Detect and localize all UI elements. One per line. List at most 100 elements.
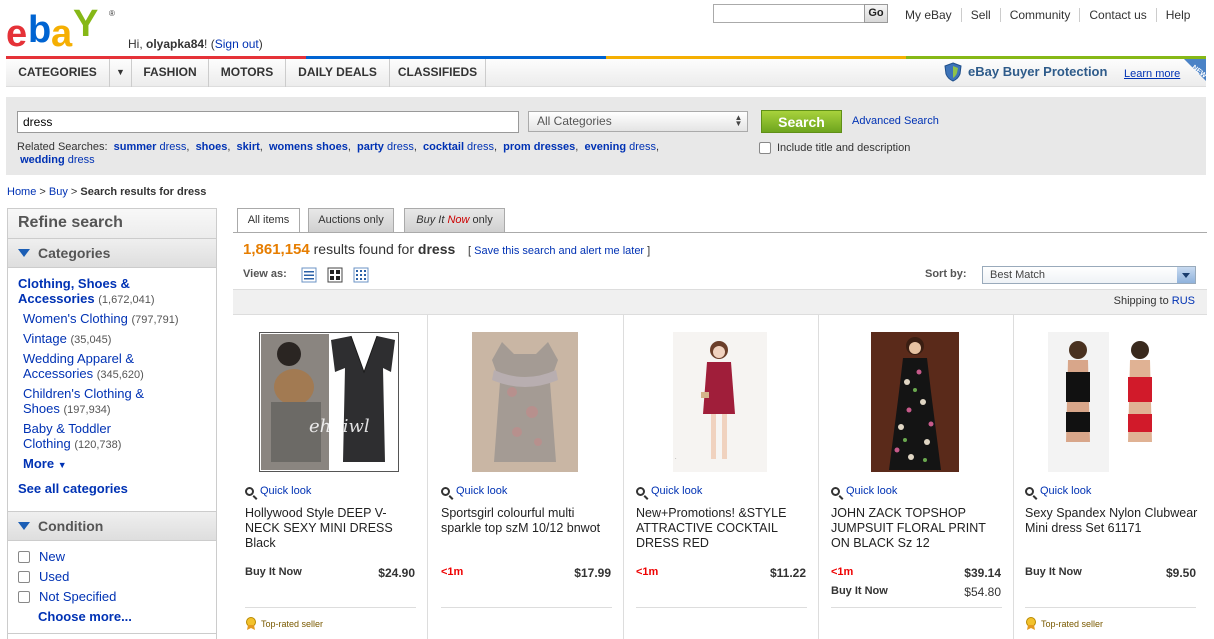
nav-motors[interactable]: MOTORS <box>209 59 286 87</box>
shipping-country-link[interactable]: RUS <box>1172 295 1195 307</box>
quick-look-link[interactable]: Quick look <box>831 485 897 497</box>
sell-link[interactable]: Sell <box>960 8 1000 22</box>
learn-more-link[interactable]: Learn more <box>1124 68 1180 80</box>
list-view-icon[interactable] <box>301 267 317 283</box>
ebay-logo[interactable]: e b a Y ® <box>6 4 118 52</box>
item-image[interactable]: ehdiwl <box>258 332 400 472</box>
quick-look-link[interactable]: Quick look <box>245 485 311 497</box>
checkbox[interactable] <box>18 590 30 603</box>
nav-categories[interactable]: CATEGORIES <box>6 59 110 87</box>
advanced-search-link[interactable]: Advanced Search <box>852 115 939 127</box>
community-link[interactable]: Community <box>999 8 1080 22</box>
top-search-input[interactable] <box>713 4 865 23</box>
include-title-desc[interactable]: Include title and description <box>759 142 910 154</box>
related-searches: Related Searches: summer dress, shoes, s… <box>17 141 660 166</box>
related-link[interactable]: summer dress <box>114 141 187 153</box>
tab-auctions-only[interactable]: Auctions only <box>308 208 394 232</box>
title-desc-checkbox[interactable] <box>759 142 771 154</box>
breadcrumb: Home > Buy > Search results for dress <box>7 186 207 198</box>
related-link[interactable]: shoes <box>196 141 228 153</box>
item-title[interactable]: JOHN ZACK TOPSHOP JUMPSUIT FLORAL PRINT … <box>831 506 1006 551</box>
categories-header[interactable]: Categories <box>8 238 216 268</box>
nav-classifieds[interactable]: CLASSIFIEDS <box>390 59 486 87</box>
divider <box>831 607 1002 608</box>
related-link[interactable]: evening dress <box>584 141 656 153</box>
contact-us-link[interactable]: Contact us <box>1079 8 1155 22</box>
breadcrumb-current: Search results for dress <box>80 186 207 198</box>
save-search-link[interactable]: Save this search and alert me later <box>474 245 644 257</box>
signout-link[interactable]: Sign out <box>215 37 259 51</box>
tab-all-items[interactable]: All items <box>237 208 300 233</box>
shield-icon <box>944 62 962 82</box>
greeting: Hi, olyapka84! (Sign out) <box>128 37 263 51</box>
condition-header[interactable]: Condition <box>8 511 216 541</box>
related-link[interactable]: skirt <box>237 141 260 153</box>
category-select[interactable]: All Categories ▲ ▼ <box>528 111 748 132</box>
related-link[interactable]: party dress <box>357 141 414 153</box>
username: olyapka84 <box>146 37 205 51</box>
item-title[interactable]: Hollywood Style DEEP V-NECK SEXY MINI DR… <box>245 506 420 551</box>
divider <box>245 607 416 608</box>
medal-icon <box>246 617 256 630</box>
category-clothing[interactable]: Clothing, Shoes & Accessories (1,672,041… <box>18 276 198 308</box>
nav-fashion[interactable]: FASHION <box>132 59 209 87</box>
condition-used[interactable]: Used <box>18 569 69 584</box>
related-link[interactable]: cocktail dress <box>423 141 494 153</box>
select-arrows-icon: ▲ ▼ <box>734 113 743 128</box>
quick-look-link[interactable]: Quick look <box>441 485 507 497</box>
divider <box>8 633 216 634</box>
item-format: Buy It Now <box>1025 566 1082 578</box>
category-wedding[interactable]: Wedding Apparel & Accessories (345,620) <box>23 351 173 383</box>
item-price: $17.99 <box>574 566 611 580</box>
item-format: Buy It Now <box>831 585 888 597</box>
condition-new[interactable]: New <box>18 549 65 564</box>
my-ebay-link[interactable]: My eBay <box>896 8 961 22</box>
more-categories-link[interactable]: More ▼ <box>23 456 67 473</box>
sort-by-label: Sort by: <box>925 268 967 280</box>
view-as-label: View as: <box>243 268 287 280</box>
category-childrens[interactable]: Children's Clothing & Shoes (197,934) <box>23 386 173 418</box>
item-image[interactable] <box>844 332 986 472</box>
breadcrumb-buy[interactable]: Buy <box>49 186 68 198</box>
choose-more-link[interactable]: Choose more... <box>38 609 132 624</box>
buyer-protection-label: eBay Buyer Protection <box>968 64 1108 79</box>
related-link[interactable]: prom dresses <box>503 141 575 153</box>
item-image[interactable] <box>1038 332 1180 472</box>
time-left: <1m <box>441 566 464 578</box>
tab-buy-it-now-only[interactable]: Buy It Now only <box>404 208 505 232</box>
nav-daily-deals[interactable]: DAILY DEALS <box>286 59 390 87</box>
category-vintage[interactable]: Vintage (35,045) <box>23 331 111 348</box>
gallery-view-icon[interactable] <box>327 267 343 283</box>
related-link[interactable]: wedding dress <box>20 154 95 166</box>
category-womens[interactable]: Women's Clothing (797,791) <box>23 311 179 328</box>
item-title[interactable]: Sportsgirl colourful multi sparkle top s… <box>441 506 616 536</box>
checkbox[interactable] <box>18 570 30 583</box>
item-title[interactable]: New+Promotions! &STYLE ATTRACTIVE COCKTA… <box>636 506 811 551</box>
grid-view-icon[interactable] <box>353 267 369 283</box>
new-badge-icon: NEW <box>1184 59 1206 81</box>
category-baby[interactable]: Baby & Toddler Clothing (120,738) <box>23 421 143 453</box>
item-image[interactable] <box>454 332 596 472</box>
refine-sidebar: Refine search Categories Clothing, Shoes… <box>7 208 217 639</box>
item-price: $24.90 <box>378 566 415 580</box>
breadcrumb-home[interactable]: Home <box>7 186 36 198</box>
header: e b a Y ® Hi, olyapka84! (Sign out) Go M… <box>0 0 1214 58</box>
search-input[interactable]: dress <box>17 111 519 133</box>
help-link[interactable]: Help <box>1155 8 1200 22</box>
categories-dropdown-icon[interactable]: ▼ <box>110 59 132 87</box>
buyer-protection[interactable]: eBay Buyer Protection Learn more NEW <box>944 59 1206 87</box>
item-image[interactable]: · <box>649 332 791 472</box>
item-title[interactable]: Sexy Spandex Nylon Clubwear Mini dress S… <box>1025 506 1200 536</box>
quick-look-link[interactable]: Quick look <box>636 485 702 497</box>
time-left: <1m <box>831 566 854 578</box>
sort-select[interactable]: Best Match <box>982 266 1196 284</box>
item-card: Quick look Sportsgirl colourful multi sp… <box>429 315 624 639</box>
checkbox[interactable] <box>18 550 30 563</box>
medal-icon <box>1026 617 1036 630</box>
go-button[interactable]: Go <box>864 4 888 23</box>
search-button[interactable]: Search <box>761 110 842 133</box>
quick-look-link[interactable]: Quick look <box>1025 485 1091 497</box>
condition-not-specified[interactable]: Not Specified <box>18 589 116 604</box>
see-all-categories-link[interactable]: See all categories <box>18 481 128 496</box>
related-link[interactable]: womens shoes <box>269 141 348 153</box>
